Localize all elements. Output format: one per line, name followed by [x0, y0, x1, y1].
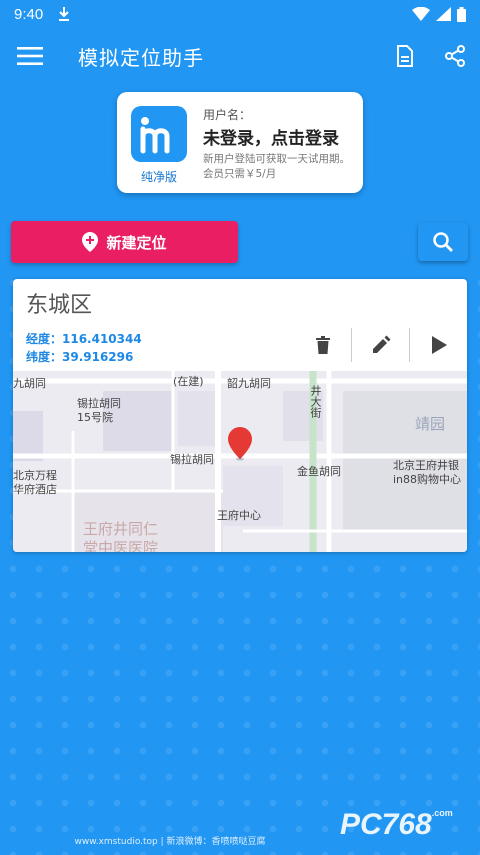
- username-label: 用户名：: [203, 108, 252, 122]
- longitude-text: 经度：116.410344: [26, 332, 142, 346]
- latitude-text: 纬度：39.916296: [26, 350, 134, 364]
- download-icon: [59, 7, 70, 21]
- map-label: 韶九胡同: [227, 377, 271, 390]
- watermark-text: PC768: [340, 808, 432, 841]
- document-icon: [397, 45, 413, 67]
- app-title: 模拟定位助手: [78, 45, 204, 70]
- pencil-icon: [372, 335, 390, 353]
- location-card[interactable]: 东城区 经度：116.410344 纬度：39.916296 九胡同 (在建) …: [13, 279, 467, 552]
- start-button[interactable]: [410, 327, 467, 363]
- watermark-suffix: .com: [431, 808, 453, 818]
- status-bar: 9:40: [0, 0, 480, 28]
- map-label: 王府井同仁: [83, 520, 159, 538]
- map-label: (在建): [173, 375, 204, 388]
- search-button[interactable]: [418, 223, 468, 261]
- new-location-button[interactable]: 新建定位: [11, 221, 238, 263]
- share-button[interactable]: [430, 28, 480, 84]
- trash-icon: [315, 336, 330, 354]
- location-name: 东城区: [26, 293, 93, 318]
- share-icon: [445, 45, 465, 67]
- map-label: 九胡同: [13, 377, 46, 390]
- card-actions: [294, 327, 467, 363]
- menu-button[interactable]: [0, 28, 60, 84]
- play-icon: [431, 336, 447, 354]
- status-time: 9:40: [14, 5, 44, 23]
- user-card[interactable]: 纯净版 用户名： 未登录，点击登录 新用户登陆可获取一天试用期。会员只需￥5/月: [117, 92, 363, 193]
- map-marker-icon: [228, 427, 252, 461]
- login-prompt[interactable]: 未登录，点击登录: [203, 124, 339, 149]
- map-label: 锡拉胡同: [170, 453, 214, 466]
- wifi-icon: [412, 7, 430, 21]
- hamburger-icon: [17, 47, 43, 65]
- watermark: PC768.com: [340, 808, 453, 842]
- new-location-label: 新建定位: [106, 233, 167, 252]
- location-pin-add-icon: [82, 232, 99, 252]
- map-label: 靖园: [415, 415, 446, 433]
- app-logo: [131, 106, 187, 162]
- signal-icon: [436, 7, 451, 21]
- document-button[interactable]: [380, 28, 430, 84]
- logo-m-icon: [140, 117, 170, 154]
- map-preview[interactable]: 九胡同 (在建) 韶九胡同 井大街 锡拉胡同 15号院 靖园 北京万程 华府酒店…: [13, 371, 467, 552]
- map-label: 金鱼胡同: [297, 465, 341, 478]
- map-label: 井大街: [309, 385, 322, 418]
- map-label: 王府中心: [217, 509, 261, 522]
- map-label: in88购物中心: [393, 473, 462, 486]
- app-bar: 模拟定位助手: [0, 28, 480, 84]
- logo-caption: 纯净版: [140, 170, 177, 184]
- map-label: 华府酒店: [13, 483, 57, 496]
- map-label: 堂中医医院: [83, 539, 159, 552]
- edit-button[interactable]: [352, 327, 409, 363]
- battery-icon: [457, 6, 466, 22]
- membership-note: 新用户登陆可获取一天试用期。会员只需￥5/月: [203, 153, 350, 180]
- map-label: 15号院: [77, 411, 113, 424]
- search-icon: [433, 232, 453, 252]
- delete-button[interactable]: [294, 327, 351, 363]
